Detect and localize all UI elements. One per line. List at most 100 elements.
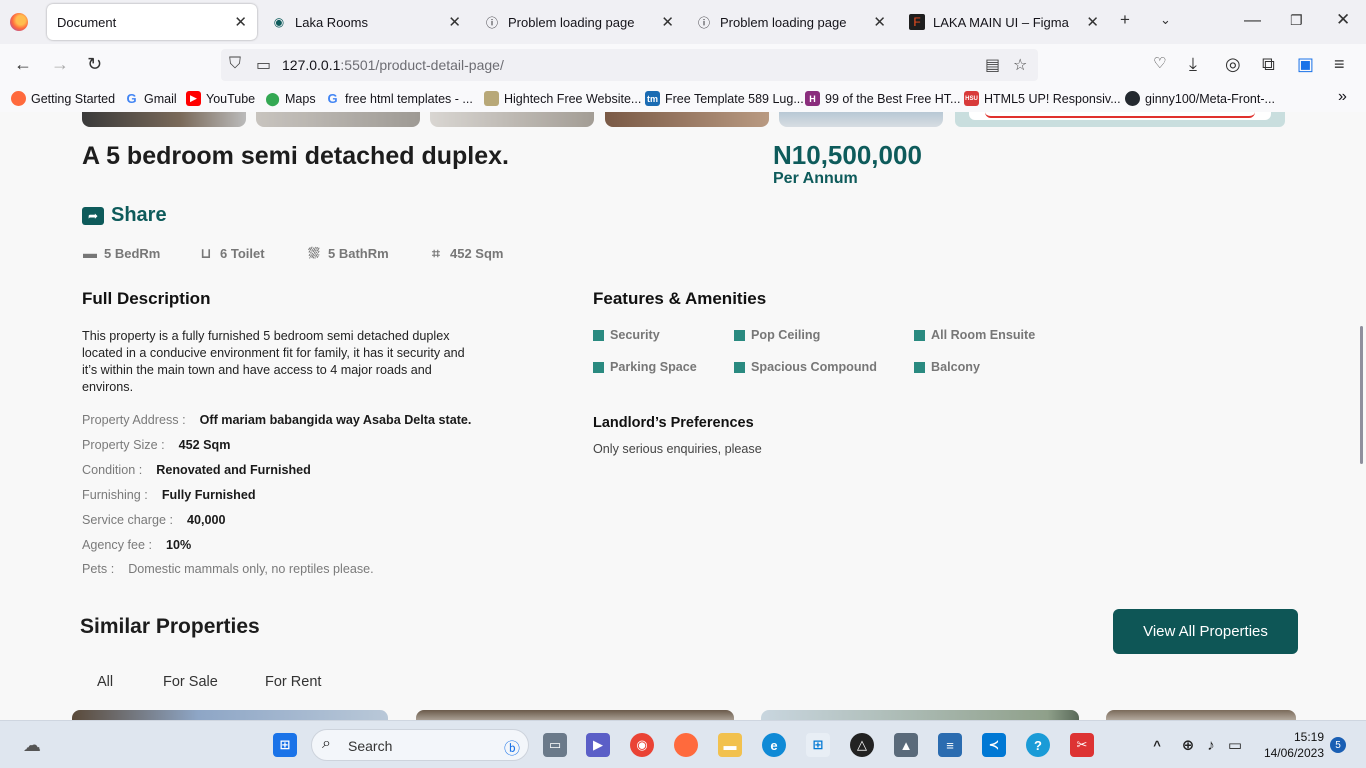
pocket-icon[interactable]: ♡ xyxy=(1153,54,1166,72)
extension-app-icon[interactable]: ▣ xyxy=(1297,54,1314,75)
tab-laka-rooms[interactable]: ◉ Laka Rooms ✕ xyxy=(261,4,471,40)
new-tab-icon[interactable]: + xyxy=(1120,10,1130,30)
bed-icon: ▬ xyxy=(83,245,97,261)
feature-bullet-icon xyxy=(914,329,925,341)
tab-figma[interactable]: F LAKA MAIN UI – Figma ✕ xyxy=(899,4,1109,40)
gallery-thumbnail[interactable] xyxy=(430,112,594,127)
view-all-properties-button[interactable]: View All Properties xyxy=(1113,609,1298,654)
volume-icon[interactable]: ♪ xyxy=(1199,733,1223,757)
filter-tab-all[interactable]: All xyxy=(97,674,113,690)
reader-view-icon[interactable]: ▤ xyxy=(985,55,1000,75)
url-text[interactable]: 127.0.0.1:5501/product-detail-page/ xyxy=(282,57,504,73)
taskbar-search[interactable]: ⌕ Search ⓑ xyxy=(311,729,529,761)
app-icon[interactable]: △ xyxy=(850,733,874,757)
reload-icon[interactable]: ↻ xyxy=(87,54,102,75)
github-icon xyxy=(1125,91,1140,106)
restore-icon[interactable]: ❐ xyxy=(1290,12,1303,29)
close-tab-icon[interactable]: ✕ xyxy=(1086,13,1099,31)
store-icon[interactable]: ⊞ xyxy=(806,733,830,757)
property-card-image[interactable] xyxy=(761,710,1079,720)
weather-icon[interactable]: ☁ xyxy=(20,733,44,757)
gallery-thumbnail[interactable] xyxy=(256,112,420,127)
hamburger-menu-icon[interactable]: ≡ xyxy=(1334,54,1345,75)
bing-icon: ⓑ xyxy=(504,741,521,758)
bookmark-gmail[interactable]: G Gmail xyxy=(124,91,176,106)
monitor-icon[interactable]: ▲ xyxy=(894,733,918,757)
tab-document[interactable]: Document ✕ xyxy=(47,4,257,40)
vscode-icon[interactable]: ≺ xyxy=(982,733,1006,757)
language-icon[interactable]: ⊕ xyxy=(1176,733,1200,757)
windows-start-icon[interactable]: ⊞ xyxy=(273,733,297,757)
filter-tab-for-rent[interactable]: For Rent xyxy=(265,674,321,690)
firefox-taskbar-icon[interactable] xyxy=(674,733,698,757)
file-explorer-icon[interactable]: ▬ xyxy=(718,733,742,757)
detail-key: Furnishing : xyxy=(82,488,148,502)
browser-nav-bar: ← → ↻ ⛉ ▭ 127.0.0.1:5501/product-detail-… xyxy=(0,44,1366,86)
close-tab-icon[interactable]: ✕ xyxy=(661,13,674,31)
tab-title: LAKA MAIN UI – Figma xyxy=(933,14,1069,30)
feature-item: Balcony xyxy=(914,360,980,374)
shower-icon: ⛆ xyxy=(308,244,320,261)
property-price: N10,500,000 xyxy=(773,140,922,170)
chrome-icon[interactable]: ◉ xyxy=(630,733,654,757)
gallery-thumbnail[interactable] xyxy=(779,112,943,127)
detail-key: Condition : xyxy=(82,463,143,477)
bookmark-label: YouTube xyxy=(206,91,256,106)
tab-title: Problem loading page xyxy=(508,14,635,30)
bookmark-label: 99 of the Best Free HT... xyxy=(825,91,961,106)
shield-icon[interactable]: ⛉ xyxy=(229,55,241,73)
detail-pets: Pets : Domestic mammals only, no reptiles… xyxy=(82,562,374,576)
property-card-image[interactable] xyxy=(72,710,388,720)
snipping-tool-icon[interactable]: ✂ xyxy=(1070,733,1094,757)
minimize-icon[interactable]: — xyxy=(1244,10,1261,30)
show-hidden-icons-chevron-icon[interactable]: ^ xyxy=(1145,733,1169,757)
download-icon[interactable]: ⤓ xyxy=(1189,54,1197,75)
forward-arrow-icon[interactable]: → xyxy=(51,54,69,75)
help-icon[interactable]: ? xyxy=(1026,733,1050,757)
task-view-icon[interactable]: ▭ xyxy=(543,733,567,757)
page-scrollbar[interactable] xyxy=(1360,326,1363,464)
battery-icon[interactable]: ▭ xyxy=(1223,733,1247,757)
detail-size: Property Size : 452 Sqm xyxy=(82,438,230,452)
teams-icon[interactable]: ▶ xyxy=(586,733,610,757)
bookmark-maps[interactable]: ⬤ Maps xyxy=(265,91,315,106)
property-card-image[interactable] xyxy=(416,710,734,720)
page-info-icon[interactable]: ▭ xyxy=(256,55,271,75)
bookmark-99-best[interactable]: H 99 of the Best Free HT... xyxy=(805,91,960,106)
more-bookmarks-chevron-icon[interactable]: » xyxy=(1338,88,1347,106)
extensions-icon[interactable]: ⧉ xyxy=(1262,54,1275,75)
bookmark-star-icon[interactable]: ☆ xyxy=(1013,55,1027,75)
bookmark-getting-started[interactable]: Getting Started xyxy=(11,91,115,106)
search-icon: ⌕ xyxy=(322,735,331,752)
contact-button-outline[interactable] xyxy=(985,112,1255,118)
detail-key: Service charge : xyxy=(82,513,173,527)
window-close-icon[interactable]: ✕ xyxy=(1336,10,1350,30)
notification-badge[interactable]: 5 xyxy=(1330,737,1346,753)
url-host: 127.0.0.1 xyxy=(282,57,341,73)
bookmark-youtube[interactable]: ▶ YouTube xyxy=(186,91,255,106)
close-tab-icon[interactable]: ✕ xyxy=(234,13,247,31)
tab-problem-loading-1[interactable]: ⓘ Problem loading page ✕ xyxy=(474,4,684,40)
bookmark-github[interactable]: ginny100/Meta-Front-... xyxy=(1125,91,1275,106)
list-tabs-chevron-icon[interactable]: ⌄ xyxy=(1160,12,1171,28)
bookmark-hightech[interactable]: Hightech Free Website... xyxy=(484,91,641,106)
bookmark-free-template-589[interactable]: tm Free Template 589 Lug... xyxy=(645,91,804,106)
notepad-icon[interactable]: ≡ xyxy=(938,733,962,757)
taskbar-clock[interactable]: 15:19 14/06/2023 xyxy=(1262,729,1324,761)
bookmark-html5up[interactable]: HSU HTML5 UP! Responsiv... xyxy=(964,91,1121,106)
account-icon[interactable]: ◎ xyxy=(1225,54,1241,75)
firefox-menu-icon[interactable] xyxy=(10,13,28,31)
bookmark-free-html-templates[interactable]: G free html templates - ... xyxy=(325,91,472,106)
share-button[interactable]: ➦ Share xyxy=(82,204,167,227)
close-tab-icon[interactable]: ✕ xyxy=(873,13,886,31)
filter-tab-for-sale[interactable]: For Sale xyxy=(163,674,218,690)
gallery-thumbnail[interactable] xyxy=(82,112,246,127)
gallery-thumbnail[interactable] xyxy=(605,112,769,127)
property-card-image[interactable] xyxy=(1106,710,1296,720)
edge-icon[interactable]: e xyxy=(762,733,786,757)
back-arrow-icon[interactable]: ← xyxy=(14,54,32,75)
address-bar[interactable]: ⛉ ▭ 127.0.0.1:5501/product-detail-page/ … xyxy=(221,49,1038,81)
close-tab-icon[interactable]: ✕ xyxy=(448,13,461,31)
search-placeholder: Search xyxy=(348,738,393,754)
tab-problem-loading-2[interactable]: ⓘ Problem loading page ✕ xyxy=(686,4,896,40)
